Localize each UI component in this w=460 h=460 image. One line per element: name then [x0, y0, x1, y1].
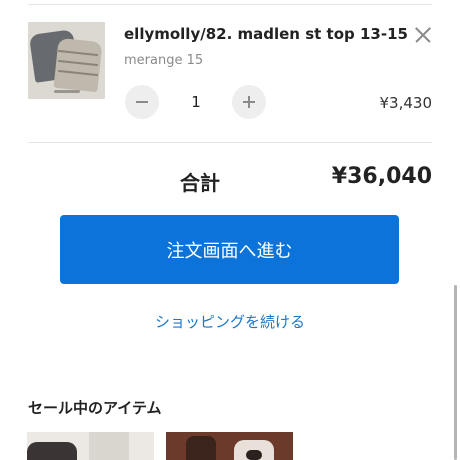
quantity-value: 1 [191, 93, 201, 111]
product-variant: merange 15 [124, 53, 204, 68]
checkout-button[interactable]: 注文画面へ進む [60, 215, 399, 284]
continue-shopping-link[interactable]: ショッピングを続ける [0, 311, 460, 332]
total-label: 合計 [180, 171, 220, 195]
sale-item-thumbnail[interactable] [27, 432, 154, 460]
product-title[interactable]: ellymolly/82. madlen st top 13-15 [124, 25, 408, 43]
remove-item-icon[interactable] [412, 24, 434, 46]
divider [28, 142, 432, 143]
item-price: ¥3,430 [379, 94, 433, 112]
sale-item-thumbnail[interactable] [166, 432, 293, 460]
total-value: ¥36,040 [331, 164, 432, 189]
quantity-decrease-button[interactable] [125, 85, 159, 119]
quantity-increase-button[interactable] [232, 85, 266, 119]
scrollbar[interactable] [454, 285, 457, 460]
cart-item: ellymolly/82. madlen st top 13-15 merang… [0, 0, 460, 142]
product-thumbnail[interactable] [28, 22, 105, 99]
sale-section-heading: セール中のアイテム [28, 399, 162, 417]
